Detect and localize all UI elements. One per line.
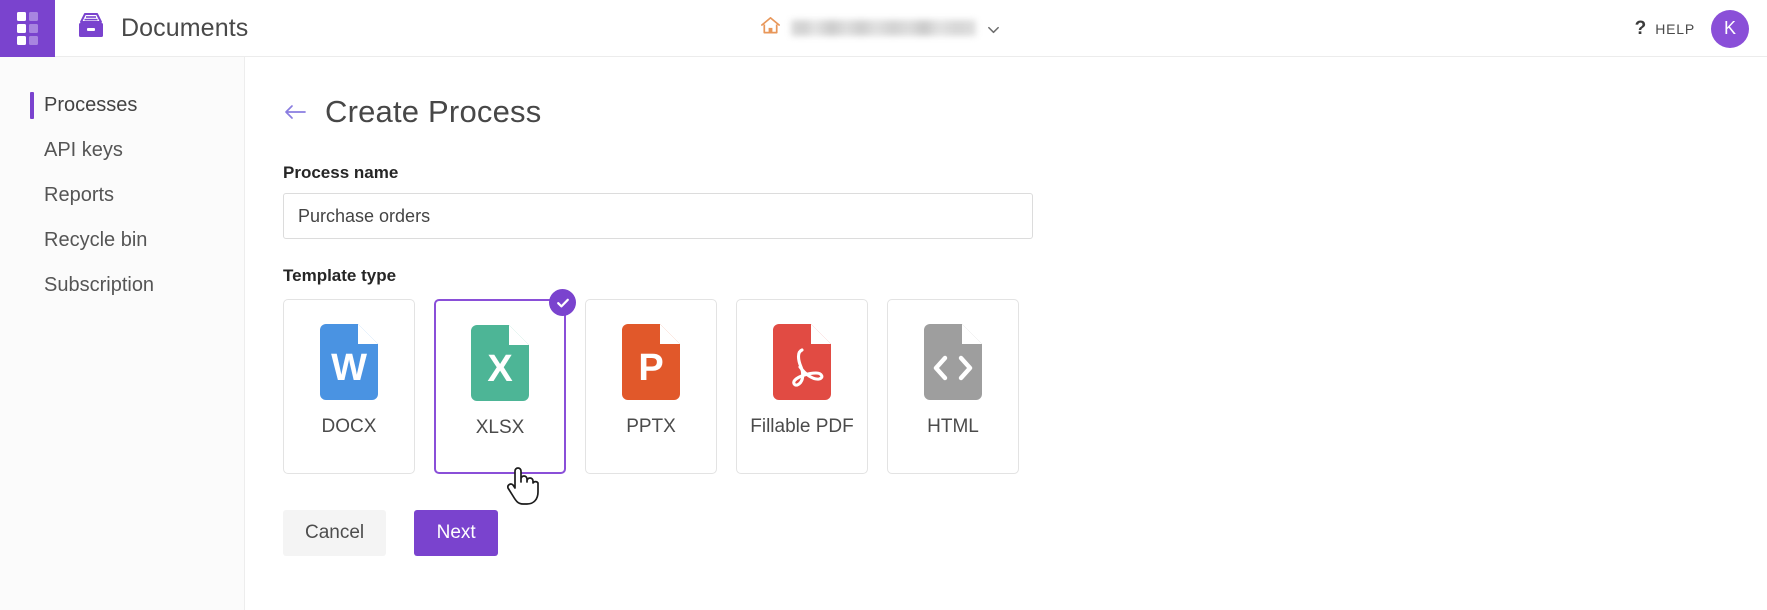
page-header: Create Process (283, 94, 1767, 130)
help-button[interactable]: ? HELP (1635, 19, 1695, 38)
template-card-label: PPTX (626, 416, 676, 437)
help-label: HELP (1655, 20, 1695, 37)
form-actions: Cancel Next (283, 510, 1767, 556)
sidebar-item-label: API keys (44, 139, 123, 161)
app-launcher-button[interactable] (0, 0, 55, 57)
sidebar-item-label: Subscription (44, 274, 155, 296)
chevron-down-icon (986, 22, 999, 35)
template-card-pptx[interactable]: P PPTX (585, 299, 717, 474)
arrow-left-icon[interactable] (283, 103, 307, 121)
template-card-docx[interactable]: W DOCX (283, 299, 415, 474)
main-content: Create Process Process name Template typ… (245, 57, 1767, 610)
sidebar-item-processes[interactable]: Processes (0, 83, 244, 128)
sidebar-item-reports[interactable]: Reports (0, 173, 244, 218)
template-card-label: Fillable PDF (750, 416, 854, 437)
template-card-xlsx[interactable]: X XLSX (434, 289, 576, 474)
organization-name-redacted (791, 20, 976, 36)
sidebar-item-recycle-bin[interactable]: Recycle bin (0, 218, 244, 263)
home-icon (760, 15, 781, 41)
organization-switcher[interactable] (760, 12, 999, 44)
grid-apps-icon (17, 11, 38, 45)
next-button[interactable]: Next (414, 510, 499, 556)
archive-box-icon (75, 11, 107, 46)
template-card-fillable-pdf[interactable]: Fillable PDF (736, 299, 868, 474)
brand-home-link[interactable]: Documents (75, 11, 248, 46)
top-header-bar: Documents ? HELP K (0, 0, 1767, 57)
check-circle-icon (549, 289, 576, 316)
template-card-html[interactable]: HTML (887, 299, 1019, 474)
html-file-icon (920, 322, 986, 402)
avatar-initial: K (1723, 18, 1736, 38)
svg-text:P: P (638, 347, 663, 389)
sidebar-item-label: Processes (44, 94, 138, 116)
template-type-options: W DOCX X XLSX P PPTX Fillable PDF HTML (283, 289, 1767, 474)
template-type-label: Template type (283, 266, 397, 285)
powerpoint-file-icon: P (618, 322, 684, 402)
svg-text:X: X (487, 348, 513, 390)
cancel-button[interactable]: Cancel (283, 510, 387, 556)
sidebar-item-api-keys[interactable]: API keys (0, 128, 244, 173)
sidebar-item-subscription[interactable]: Subscription (0, 263, 244, 308)
process-name-label: Process name (283, 163, 399, 182)
sidebar: Processes API keys Reports Recycle bin S… (0, 57, 245, 610)
sidebar-item-label: Recycle bin (44, 229, 148, 251)
sidebar-item-label: Reports (44, 184, 115, 206)
avatar[interactable]: K (1711, 9, 1749, 48)
template-card-label: DOCX (321, 416, 377, 437)
pdf-file-icon (769, 322, 835, 402)
excel-file-icon: X (467, 323, 533, 403)
question-mark-icon: ? (1634, 18, 1647, 39)
template-card-label: HTML (927, 416, 979, 437)
header-right-actions: ? HELP K (1635, 0, 1749, 57)
word-file-icon: W (316, 322, 382, 402)
template-card-label: XLSX (475, 417, 525, 438)
page-title: Create Process (325, 94, 542, 129)
app-title: Documents (121, 13, 249, 42)
svg-text:W: W (331, 347, 367, 389)
process-name-input[interactable] (283, 193, 1033, 239)
